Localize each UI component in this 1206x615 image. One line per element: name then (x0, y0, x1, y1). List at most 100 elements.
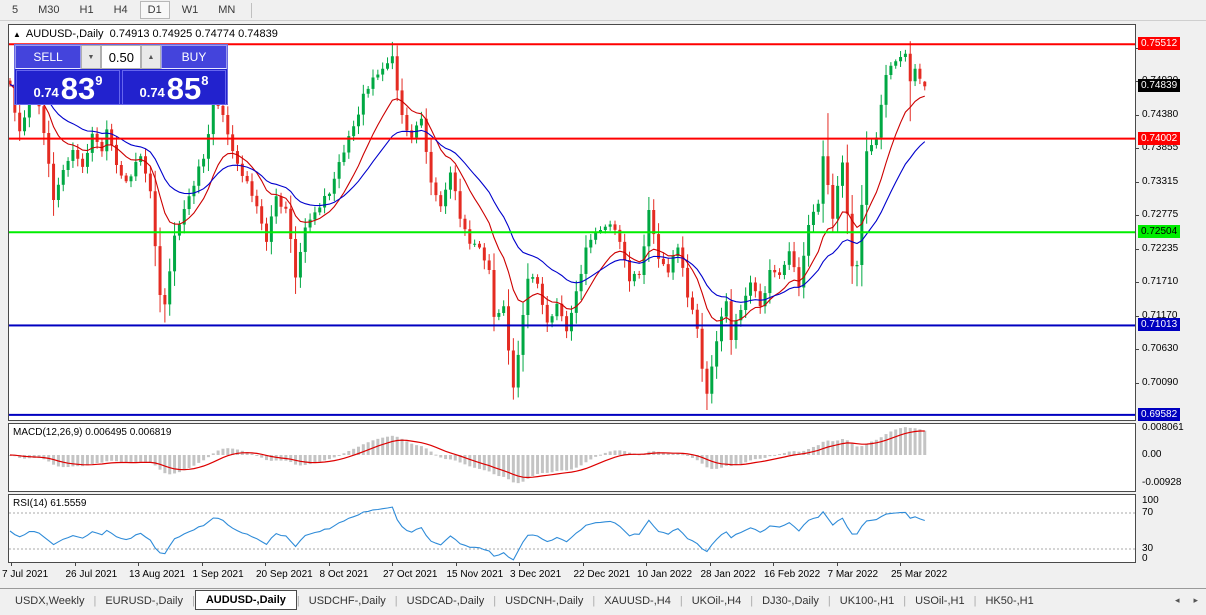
date-tick: 1 Sep 2021 (193, 569, 244, 580)
chart-ohlc-quote: 0.74913 0.74925 0.74774 0.74839 (110, 28, 278, 40)
sell-price-prefix: 0.74 (33, 85, 58, 100)
price-level-label: 0.71013 (1138, 318, 1180, 331)
macd-label: MACD(12,26,9) 0.006495 0.006819 (13, 427, 171, 438)
axis-tick-mark (1136, 115, 1139, 116)
rsi-layer (9, 495, 1135, 562)
date-tick: 3 Dec 2021 (510, 569, 561, 580)
macd-scale-tick: 0.008061 (1142, 422, 1184, 433)
macd-indicator-panel[interactable]: MACD(12,26,9) 0.006495 0.006819 (8, 423, 1136, 492)
chart-tab-bar: USDX,Weekly|EURUSD-,Daily|AUDUSD-,Daily|… (0, 588, 1206, 612)
date-tick-mark (900, 563, 901, 566)
price-tick: 0.71710 (1142, 276, 1178, 287)
timeframe-button-h1[interactable]: H1 (72, 1, 102, 19)
date-tick-mark (710, 563, 711, 566)
timeframe-toolbar: 5M30 H1H4D1W1MN (0, 0, 1206, 21)
date-tick: 15 Nov 2021 (447, 569, 504, 580)
buy-price-big: 85 (167, 75, 201, 103)
chart-tab-usdchf-daily[interactable]: USDCHF-,Daily (300, 592, 395, 610)
date-tick-mark (265, 563, 266, 566)
price-tick: 0.70630 (1142, 343, 1178, 354)
collapse-arrow-icon[interactable]: ▲ (13, 30, 21, 39)
date-tick-mark (837, 563, 838, 566)
macd-layer (9, 424, 1135, 491)
chart-tab-ukoil-h4[interactable]: UKOil-,H4 (683, 592, 751, 610)
chart-tab-xauusd-h4[interactable]: XAUUSD-,H4 (595, 592, 680, 610)
date-tick-mark (646, 563, 647, 566)
axis-tick-mark (1136, 182, 1139, 183)
chart-tab-usoil-h1[interactable]: USOil-,H1 (906, 592, 974, 610)
date-tick: 8 Oct 2021 (320, 569, 369, 580)
date-tick: 25 Mar 2022 (891, 569, 947, 580)
trading-platform-window: 5M30 H1H4D1W1MN ▲ AUDUSD-,Daily 0.74913 0.… (0, 0, 1206, 615)
chart-tab-usdcad-daily[interactable]: USDCAD-,Daily (398, 592, 494, 610)
timeframe-button-5[interactable]: 5 (4, 1, 26, 19)
date-tick-mark (138, 563, 139, 566)
chart-tab-usdx-weekly[interactable]: USDX,Weekly (6, 592, 93, 610)
rsi-indicator-panel[interactable]: RSI(14) 61.5559 (8, 494, 1136, 563)
date-tick: 13 Aug 2021 (129, 569, 185, 580)
price-level-label: 0.72504 (1138, 225, 1180, 238)
chart-tab-uk100-h1[interactable]: UK100-,H1 (831, 592, 903, 610)
axis-tick-mark (1136, 383, 1139, 384)
date-tick: 16 Feb 2022 (764, 569, 820, 580)
date-tick-mark (329, 563, 330, 566)
price-tick: 0.72775 (1142, 209, 1178, 220)
timeframe-button-h4[interactable]: H4 (106, 1, 136, 19)
chart-tab-dj30-daily[interactable]: DJ30-,Daily (753, 592, 828, 610)
timeframe-button-d1[interactable]: D1 (140, 1, 170, 19)
rsi-label: RSI(14) 61.5559 (13, 498, 86, 509)
chart-tab-hk50-h1[interactable]: HK50-,H1 (976, 592, 1042, 610)
chart-tab-eurusd-daily[interactable]: EURUSD-,Daily (96, 592, 192, 610)
chart-tab-usdcnh-daily[interactable]: USDCNH-,Daily (496, 592, 592, 610)
macd-scale-tick: -0.00928 (1142, 477, 1181, 488)
one-click-trade-panel: SELL ▼ ▲ BUY 0.74 83 9 0.74 85 8 (14, 44, 228, 105)
buy-price-pip: 8 (201, 73, 208, 88)
date-tick-mark (456, 563, 457, 566)
timeframe-button-mn[interactable]: MN (210, 1, 243, 19)
volume-up-button[interactable]: ▲ (141, 45, 161, 69)
date-tick: 26 Jul 2021 (66, 569, 118, 580)
sell-button[interactable]: SELL (15, 45, 81, 69)
timeframe-button-m30[interactable]: M30 (30, 1, 67, 19)
buy-price[interactable]: 0.74 85 8 (122, 70, 226, 105)
date-tick-mark (583, 563, 584, 566)
price-tick: 0.74380 (1142, 109, 1178, 120)
date-tick-mark (11, 563, 12, 566)
date-tick: 28 Jan 2022 (701, 569, 756, 580)
buy-price-prefix: 0.74 (139, 85, 164, 100)
date-tick: 10 Jan 2022 (637, 569, 692, 580)
price-level-label: 0.74839 (1138, 79, 1180, 92)
date-tick: 20 Sep 2021 (256, 569, 313, 580)
price-tick: 0.70090 (1142, 377, 1178, 388)
volume-down-button[interactable]: ▼ (81, 45, 101, 69)
price-tick: 0.73315 (1142, 176, 1178, 187)
axis-tick-mark (1136, 215, 1139, 216)
sell-price[interactable]: 0.74 83 9 (16, 70, 120, 105)
tab-scroll-left-icon[interactable]: ◂ (1175, 595, 1180, 606)
volume-input[interactable] (101, 45, 141, 69)
rsi-scale-tick: 70 (1142, 507, 1153, 518)
date-tick: 7 Mar 2022 (828, 569, 879, 580)
date-tick-mark (75, 563, 76, 566)
axis-tick-mark (1136, 349, 1139, 350)
rsi-scale-tick: 100 (1142, 495, 1159, 506)
sell-price-pip: 9 (95, 73, 102, 88)
tab-scroll-buttons: ◂ ▸ (1175, 595, 1198, 606)
date-tick: 22 Dec 2021 (574, 569, 631, 580)
price-tick: 0.72235 (1142, 243, 1178, 254)
tab-scroll-right-icon[interactable]: ▸ (1193, 595, 1198, 606)
axis-tick-mark (1136, 249, 1139, 250)
date-tick-mark (202, 563, 203, 566)
date-tick: 7 Jul 2021 (2, 569, 48, 580)
axis-tick-mark (1136, 316, 1139, 317)
sell-price-big: 83 (61, 75, 95, 103)
date-tick-mark (392, 563, 393, 566)
price-level-label: 0.69582 (1138, 408, 1180, 421)
macd-scale-tick: 0.00 (1142, 449, 1161, 460)
date-axis[interactable]: 7 Jul 2021 26 Jul 2021 13 Aug 2021 1 Sep 20… (0, 563, 1206, 586)
timeframe-button-w1[interactable]: W1 (174, 1, 207, 19)
chart-tab-audusd-daily[interactable]: AUDUSD-,Daily (195, 590, 297, 610)
axis-tick-mark (1136, 282, 1139, 283)
price-axis[interactable]: 0.754600.749200.743800.738550.733150.727… (1136, 24, 1206, 563)
buy-button[interactable]: BUY (161, 45, 227, 69)
